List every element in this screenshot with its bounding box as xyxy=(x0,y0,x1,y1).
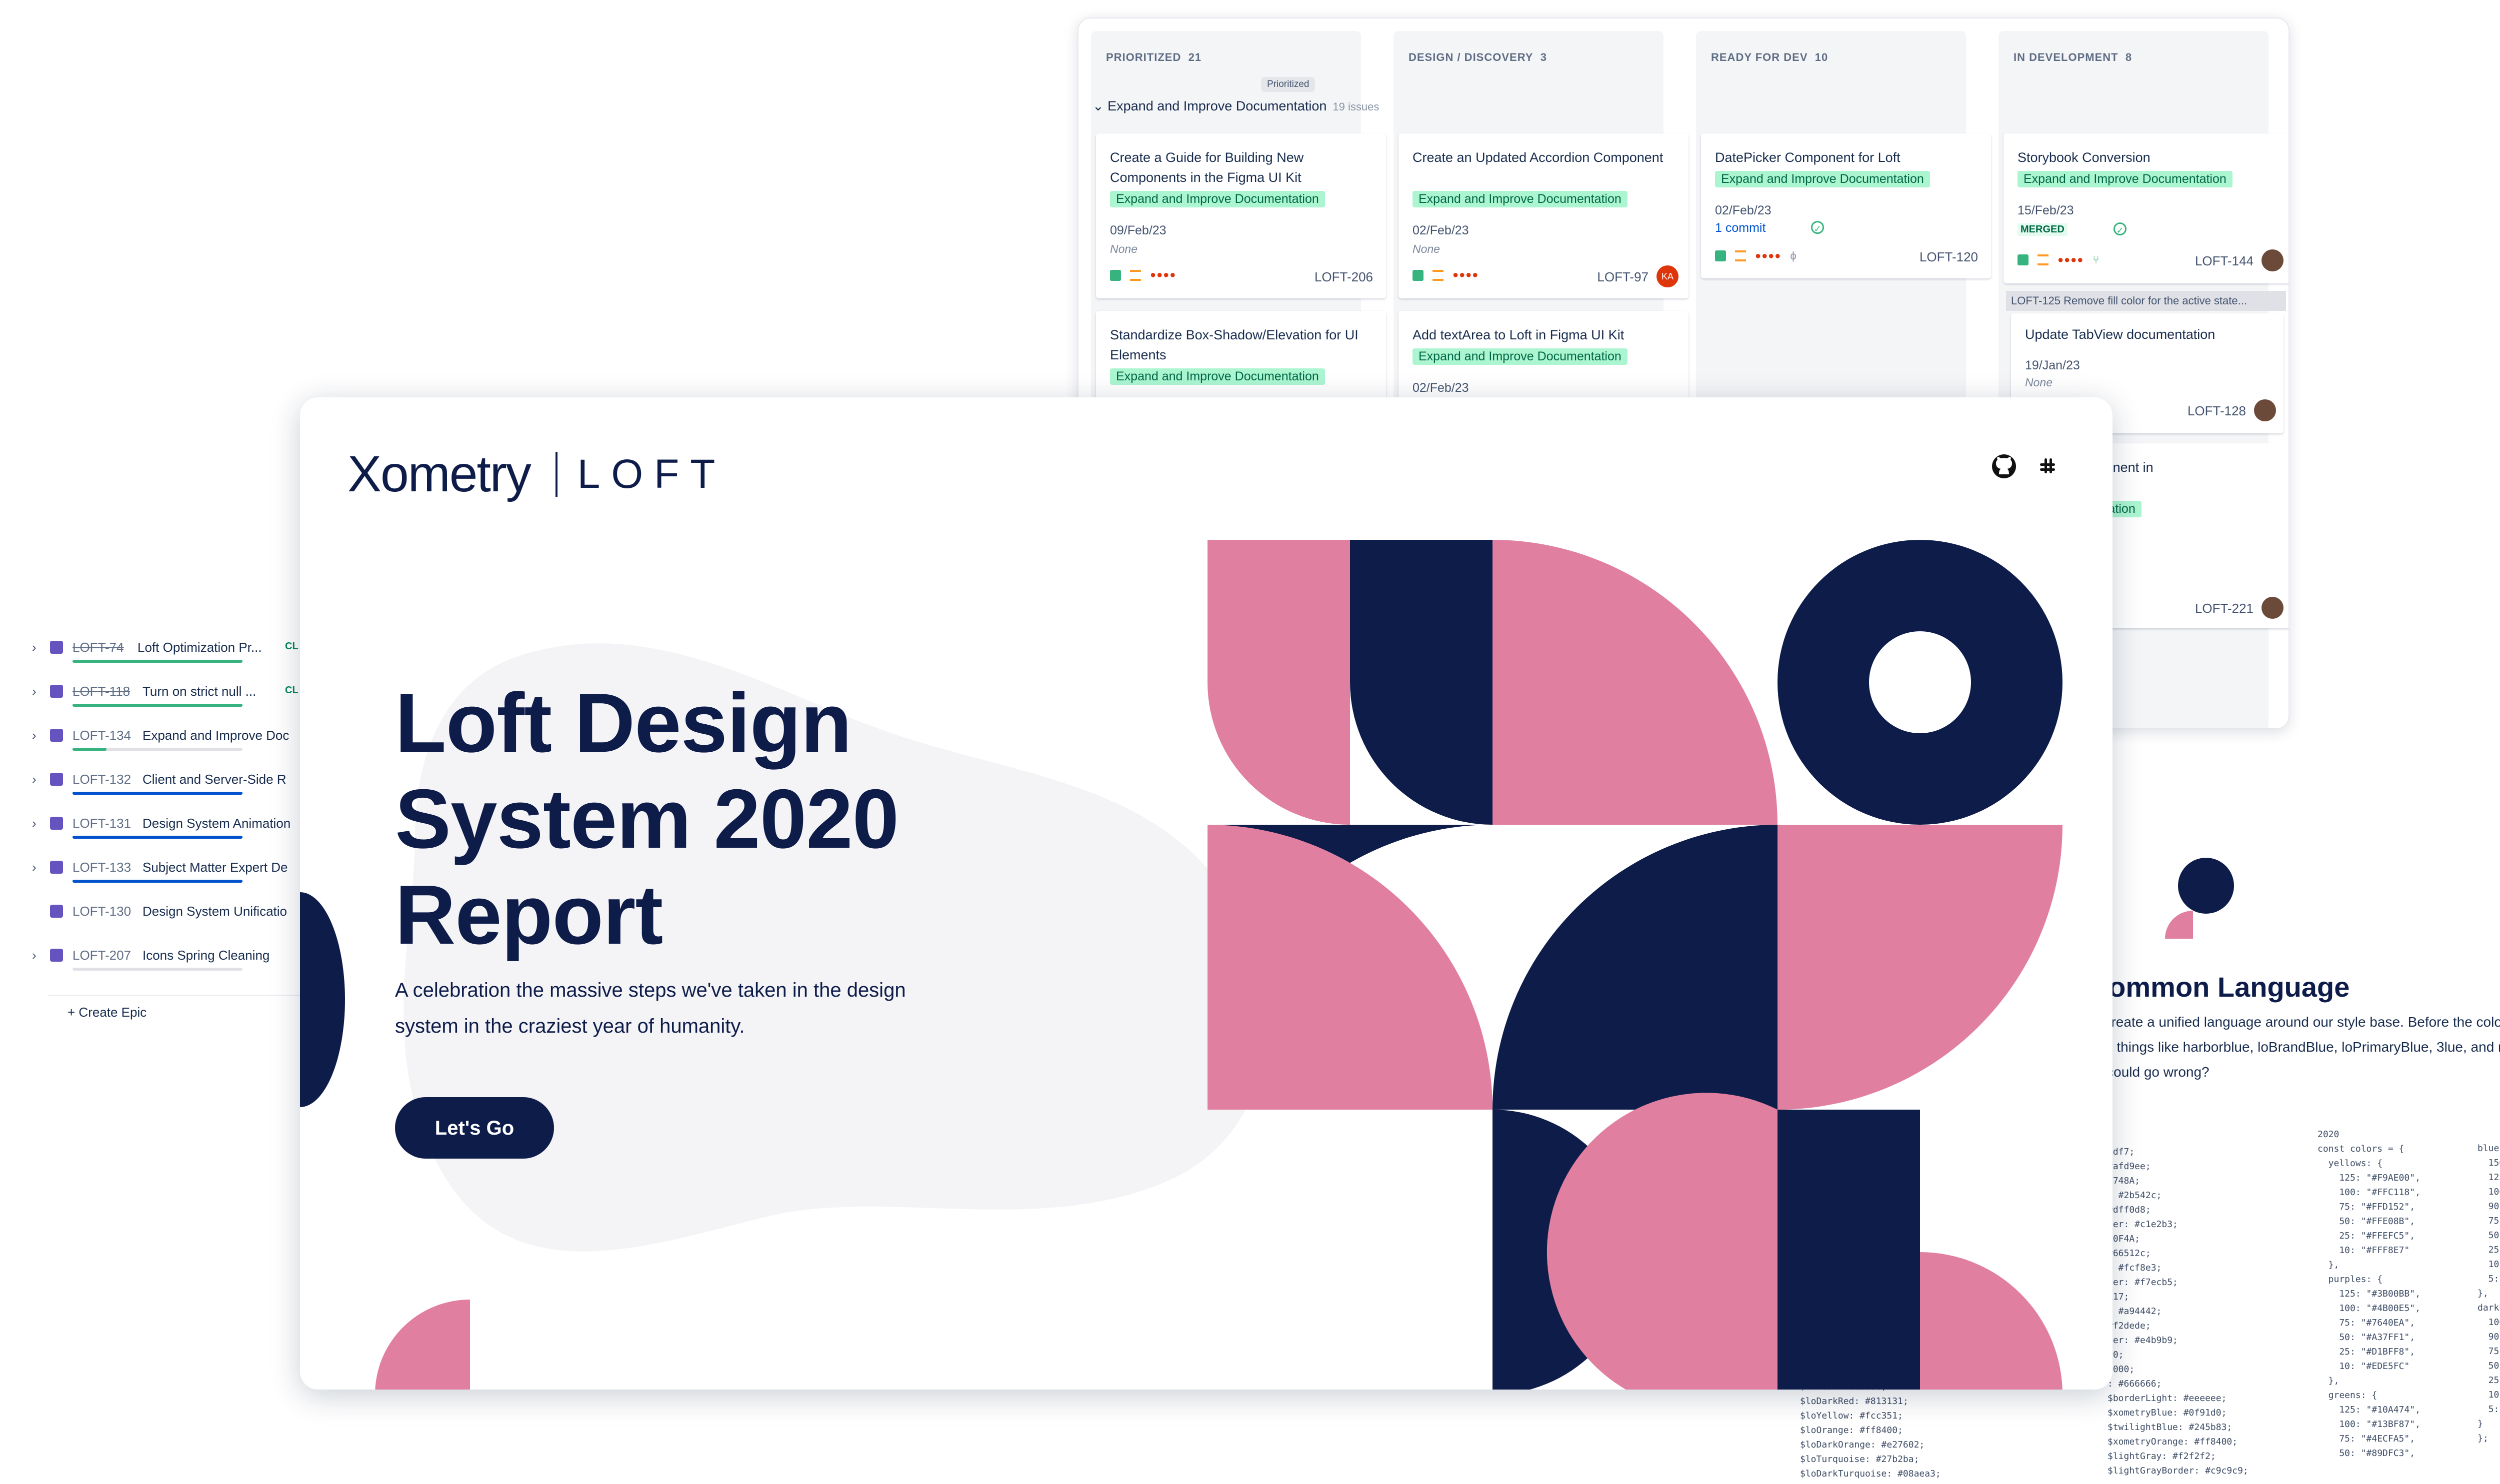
priority-medium-icon xyxy=(1735,250,1746,261)
issue-key[interactable]: LOFT-128 xyxy=(2188,403,2246,419)
story-icon xyxy=(2018,254,2028,265)
estimate-dots-icon: ●●●● xyxy=(1755,250,1782,261)
issue-key[interactable]: LOFT-221 xyxy=(2195,601,2254,616)
column-header: IN DEVELOPMENT 8 xyxy=(2014,51,2132,63)
page-subtitle: A celebration the massive steps we've ta… xyxy=(395,979,906,1037)
epic-label: Expand and Improve Documentation xyxy=(1412,191,1628,207)
avatar[interactable] xyxy=(2262,249,2284,271)
epic-row[interactable]: › LOFT-207 Icons Spring Cleaning xyxy=(25,943,305,973)
plus-icon: + xyxy=(68,1005,76,1020)
swimlane-header[interactable]: ⌄ Expand and Improve Documentation 19 iss… xyxy=(1092,98,1379,114)
section-paragraph: as to create a unified language around o… xyxy=(2070,1014,2500,1080)
due-date: 19/Jan/23 xyxy=(2025,358,2080,372)
avatar[interactable] xyxy=(2254,399,2276,421)
epic-row[interactable]: LOFT-130 Design System Unificatio xyxy=(25,899,305,929)
xometry-wordmark: Xometry xyxy=(348,445,532,502)
avatar[interactable] xyxy=(2262,597,2284,619)
column-header: DESIGN / DISCOVERY 3 xyxy=(1408,51,1547,63)
checkmark-icon: ✓ xyxy=(1811,221,1824,234)
priority-medium-icon xyxy=(2038,254,2048,265)
estimate-dots-icon: ●●●● xyxy=(1150,269,1176,280)
epic-row[interactable]: › LOFT-74 Loft Optimization Pr... CL xyxy=(25,635,305,665)
loft-wordmark: LOFT xyxy=(577,451,726,497)
epic-label: Expand and Improve Documentation xyxy=(1412,348,1628,365)
epic-label: Expand and Improve Documentation xyxy=(2018,171,2232,187)
priority-medium-icon xyxy=(1130,269,1141,281)
chevron-right-icon[interactable]: › xyxy=(32,640,36,655)
epic-icon xyxy=(50,685,63,698)
code-block-blues: blues: { 150: "#24378F", 125: "#1A5ADE",… xyxy=(2478,1143,2500,1444)
due-date: 02/Feb/23 xyxy=(1412,223,1469,237)
checkmark-icon: ✓ xyxy=(2114,222,2126,235)
epic-row[interactable]: › LOFT-133 Subject Matter Expert De xyxy=(25,855,305,885)
chevron-right-icon[interactable]: › xyxy=(32,728,36,743)
epic-icon xyxy=(50,861,63,874)
fix-version: None xyxy=(1412,242,1440,255)
issue-card[interactable]: DatePicker Component for Loft Expand and… xyxy=(1701,133,1991,278)
decor-half-circle-left xyxy=(300,892,345,1107)
issue-key[interactable]: LOFT-97 xyxy=(1597,269,1648,285)
epic-row[interactable]: › LOFT-134 Expand and Improve Doc xyxy=(25,723,305,753)
tooltip: Prioritized xyxy=(1261,77,1316,92)
page-title: Loft Design System 2020 Report xyxy=(395,676,899,962)
avatar[interactable]: KA xyxy=(1656,265,1678,287)
epic-icon xyxy=(50,905,63,918)
code-block-old-colors-left: $loRed: #9e3c3e; $loDarkRed: #813131; $l… xyxy=(1800,1382,1941,1479)
estimate-dots-icon: ●●●● xyxy=(2058,254,2084,265)
epic-label: Expand and Improve Documentation xyxy=(1110,368,1325,385)
epic-row[interactable]: › LOFT-131 Design System Animation xyxy=(25,811,305,841)
due-date: 02/Feb/23 xyxy=(1412,381,1469,395)
parent-issue-header[interactable]: LOFT-125 Remove fill color for the activ… xyxy=(2006,291,2286,311)
priority-medium-icon xyxy=(1432,269,1444,281)
fix-version: None xyxy=(1110,242,1138,255)
estimate-dots-icon: ●●●● xyxy=(1452,269,1479,280)
commit-link[interactable]: 1 commit xyxy=(1715,221,1766,235)
story-icon xyxy=(1715,250,1726,261)
due-date: 02/Feb/23 xyxy=(1715,203,1772,217)
code-block-new-colors: 2020 const colors = { yellows: { 125: "#… xyxy=(2318,1129,2420,1459)
github-icon[interactable] xyxy=(1990,452,2018,480)
epic-icon xyxy=(50,949,63,962)
merged-badge: MERGED xyxy=(2018,223,2068,236)
issue-key[interactable]: LOFT-120 xyxy=(1920,249,1978,265)
chevron-right-icon[interactable]: › xyxy=(32,772,36,787)
chevron-down-icon: ⌄ xyxy=(1092,98,1104,113)
fix-version: None xyxy=(2025,376,2052,389)
brand-logo[interactable]: Xometry LOFT xyxy=(348,445,726,503)
loft-mini-logo xyxy=(2165,858,2234,939)
due-date: 15/Feb/23 xyxy=(2018,203,2074,217)
story-icon xyxy=(1412,269,1424,281)
epic-icon xyxy=(50,641,63,654)
decor-quarter-bottom-left xyxy=(375,1300,470,1390)
story-icon xyxy=(1110,269,1121,281)
branch-icon: ϕ xyxy=(1790,249,1796,262)
issue-card[interactable]: Storybook Conversion Expand and Improve … xyxy=(2004,133,2288,283)
chevron-right-icon[interactable]: › xyxy=(32,860,36,875)
chevron-right-icon[interactable]: › xyxy=(32,948,36,963)
due-date: 09/Feb/23 xyxy=(1110,223,1166,237)
issue-card[interactable]: Create a Guide for Building New Componen… xyxy=(1096,133,1386,298)
slack-icon[interactable] xyxy=(2035,453,2060,478)
chevron-right-icon[interactable]: › xyxy=(32,816,36,831)
code-block-old-colors: edf7; #afd9ee; 6748A; : #2b542c; #dff0d8… xyxy=(2108,1147,2248,1476)
issue-card[interactable]: Create an Updated Accordion Component Ex… xyxy=(1398,133,1688,298)
epic-label: Expand and Improve Documentation xyxy=(1110,191,1325,207)
issue-key[interactable]: LOFT-206 xyxy=(1314,269,1373,285)
issue-key[interactable]: LOFT-144 xyxy=(2195,253,2254,269)
column-header: READY FOR DEV 10 xyxy=(1711,51,1828,63)
epic-icon xyxy=(50,817,63,830)
geometric-artwork xyxy=(1208,540,2062,1390)
epic-icon xyxy=(50,773,63,786)
pull-request-icon: ⑂ xyxy=(2092,253,2100,266)
epic-row[interactable]: › LOFT-118 Turn on strict null ... CL xyxy=(25,679,305,709)
epic-label: Expand and Improve Documentation xyxy=(1715,171,1930,187)
hero-page: Xometry LOFT Loft Design System 2020 Rep… xyxy=(300,397,2112,1390)
lets-go-button[interactable]: Let's Go xyxy=(395,1097,554,1159)
epic-row[interactable]: › LOFT-132 Client and Server-Side R xyxy=(25,767,305,797)
epic-icon xyxy=(50,729,63,742)
chevron-right-icon[interactable]: › xyxy=(32,684,36,699)
column-header: PRIORITIZED 21 xyxy=(1106,51,1202,63)
